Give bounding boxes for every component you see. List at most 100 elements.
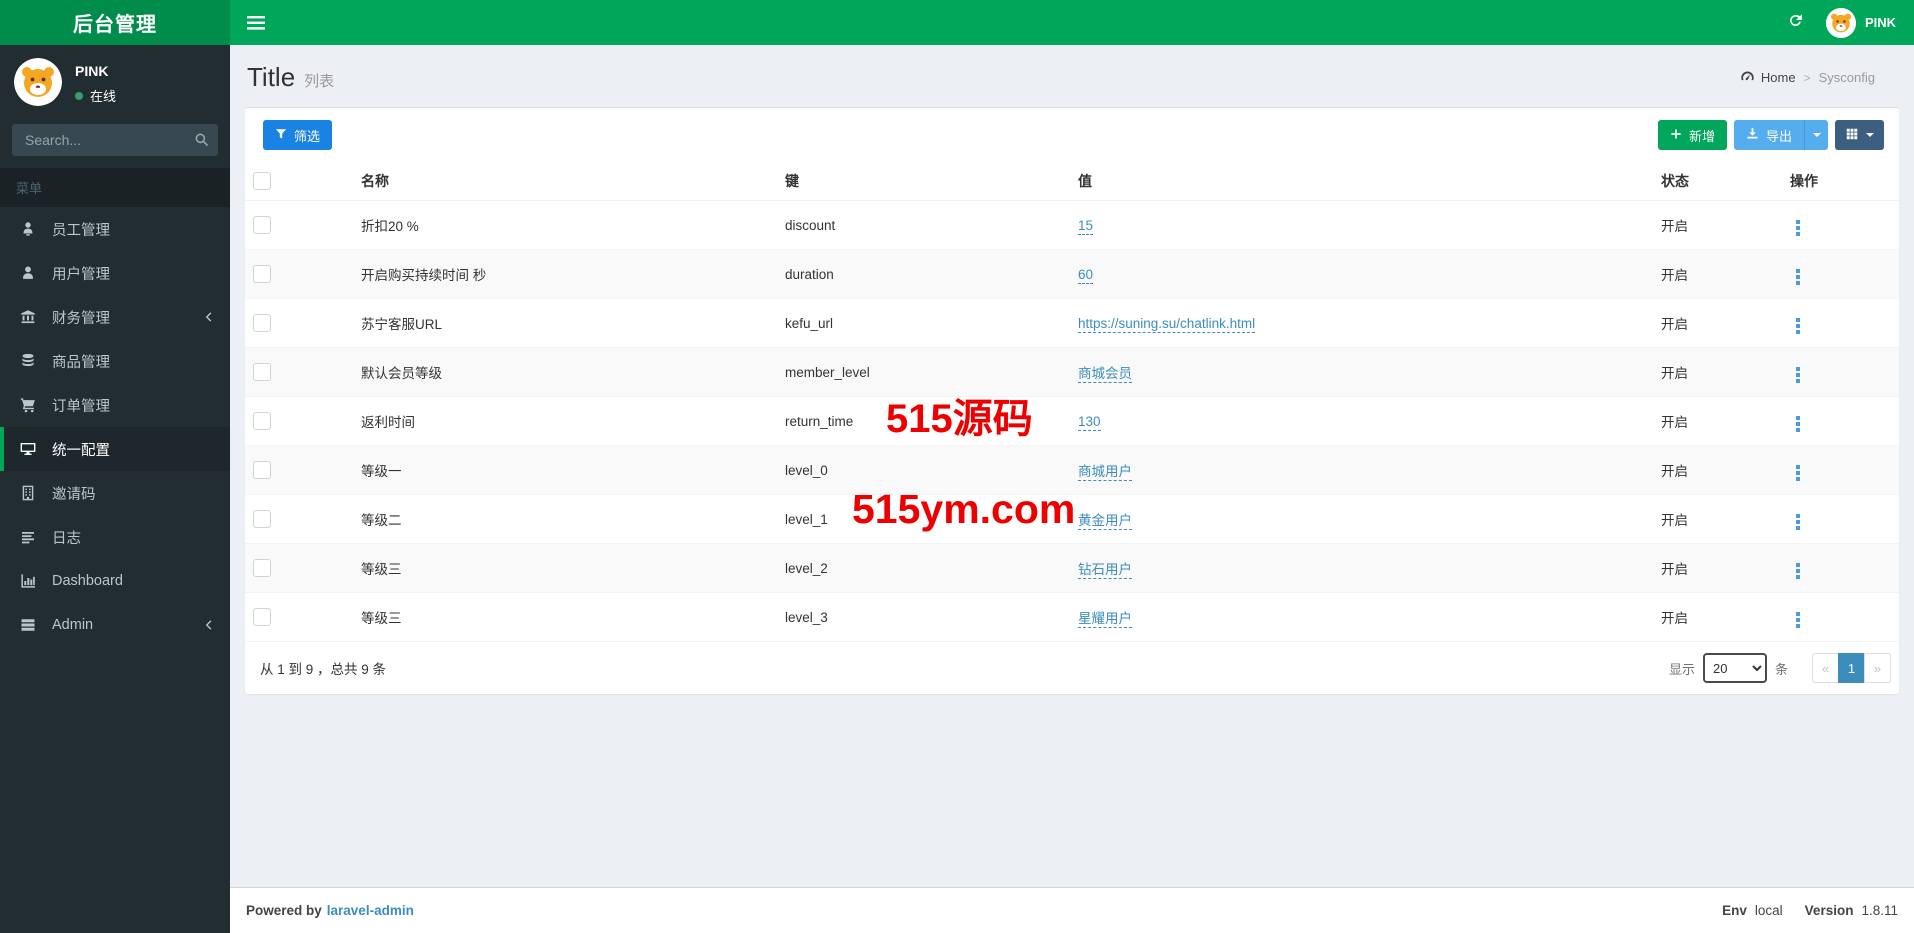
cart-icon [20,397,42,413]
sidebar-item[interactable]: 邀请码 [0,471,230,515]
caret-down-icon [1812,133,1821,141]
export-dropdown-button[interactable] [1804,120,1828,150]
sidebar-item[interactable]: Admin [0,603,230,647]
sidebar-item-label: 员工管理 [52,222,110,239]
laravel-admin-link[interactable]: laravel-admin [327,903,414,918]
cell-status: 开启 [1653,396,1782,446]
sidebar-toggle-button[interactable] [230,0,282,45]
page-title-block: Title 列表 [247,62,334,93]
sidebar-item[interactable]: 统一配置 [0,427,230,471]
search-icon[interactable] [194,132,209,152]
add-button[interactable]: 新增 [1657,120,1727,150]
config-box: 筛选 新增 导出 名称 键 值 状态 操作 折扣20 % discount 15… [245,107,1899,694]
online-dot-icon [75,91,83,100]
bank-icon [20,309,42,325]
cell-name: 等级一 [353,445,777,495]
cell-name: 等级三 [353,592,777,642]
sidebar-item[interactable]: 财务管理 [0,295,230,339]
row-actions-icon[interactable] [1790,218,1806,238]
prev-page-button[interactable]: « [1812,653,1839,683]
row-checkbox[interactable] [253,216,271,234]
table-row: 开启购买持续时间 秒 duration 60 开启 [245,249,1899,299]
row-checkbox[interactable] [253,265,271,283]
cell-value-link[interactable]: 60 [1078,266,1094,284]
pagination: « 1 » [1812,653,1891,683]
search-input[interactable] [12,124,218,156]
sidebar-item-label: Admin [52,617,94,633]
cell-key: return_time [777,396,1070,446]
records-summary: 从 1 到 9 ，总共 9 条 [260,662,387,677]
row-actions-icon[interactable] [1790,463,1806,483]
cell-value-link[interactable]: 商城会员 [1078,366,1132,383]
row-actions-icon[interactable] [1790,267,1806,287]
row-actions-icon[interactable] [1790,365,1806,385]
show-label: 显示 [1668,661,1695,677]
per-page-select[interactable]: 20 [1702,653,1767,683]
cell-key: level_0 [777,445,1070,495]
avatar[interactable] [14,58,62,106]
user-menu[interactable]: PINK [1825,7,1896,38]
table-header-name: 名称 [353,162,777,201]
powered-by-label: Powered by [246,903,322,918]
export-button[interactable]: 导出 [1733,120,1804,150]
env-value: local [1754,903,1783,918]
cell-key: kefu_url [777,298,1070,348]
row-checkbox[interactable] [253,461,271,479]
cell-value-link[interactable]: 钻石用户 [1078,562,1132,579]
cell-status: 开启 [1653,543,1782,593]
column-selector-button[interactable] [1835,120,1884,150]
download-icon [1746,127,1759,143]
cell-status: 开启 [1653,445,1782,495]
cell-value-link[interactable]: 黄金用户 [1078,513,1132,530]
config-table: 名称 键 值 状态 操作 折扣20 % discount 15 开启 开启购买持… [245,162,1899,642]
breadcrumb: Home > Sysconfig [1740,69,1897,87]
breadcrumb-home-link[interactable]: Home [1740,69,1796,87]
table-row: 返利时间 return_time 130 开启 [245,396,1899,446]
brand-logo[interactable]: 后台管理 [0,0,230,45]
cell-value-link[interactable]: 15 [1078,217,1094,235]
user-avatar [1825,7,1856,38]
version-label: Version [1804,903,1854,918]
sidebar-item[interactable]: 员工管理 [0,207,230,251]
cell-value-link[interactable]: 商城用户 [1078,464,1132,481]
row-actions-icon[interactable] [1790,610,1806,630]
sidebar-item[interactable]: 商品管理 [0,339,230,383]
cell-value-link[interactable]: 130 [1078,413,1101,431]
filter-icon [275,128,287,143]
sidebar-item[interactable]: 订单管理 [0,383,230,427]
sidebar-search [12,124,218,156]
unit-label: 条 [1774,661,1788,677]
row-actions-icon[interactable] [1790,512,1806,532]
content-area: Title 列表 Home > Sysconfig 筛选 新增 导出 名称 键 … [230,45,1914,887]
page-1-button[interactable]: 1 [1838,653,1865,683]
cell-value-link[interactable]: 星耀用户 [1078,611,1132,628]
row-checkbox[interactable] [253,510,271,528]
navbar-username: PINK [1864,15,1896,30]
row-checkbox[interactable] [253,363,271,381]
refresh-button[interactable] [1787,12,1804,34]
log-list-icon [20,529,42,545]
table-row: 折扣20 % discount 15 开启 [245,200,1899,250]
page-title: Title [247,62,296,92]
filter-button[interactable]: 筛选 [263,120,333,150]
select-all-checkbox[interactable] [253,172,271,190]
row-actions-icon[interactable] [1790,561,1806,581]
table-header-value: 值 [1070,162,1653,201]
sidebar-item[interactable]: 用户管理 [0,251,230,295]
sidebar: PINK 在线 菜单 员工管理 用户管理 [0,45,230,933]
row-checkbox[interactable] [253,559,271,577]
row-actions-icon[interactable] [1790,316,1806,336]
sidebar-user-panel: PINK 在线 [0,45,230,117]
next-page-button[interactable]: » [1864,653,1891,683]
sidebar-item[interactable]: 日志 [0,515,230,559]
row-checkbox[interactable] [253,412,271,430]
row-checkbox[interactable] [253,608,271,626]
row-checkbox[interactable] [253,314,271,332]
grid-icon [1845,127,1859,144]
row-actions-icon[interactable] [1790,414,1806,434]
cell-value-link[interactable]: https://suning.su/chatlink.html [1078,315,1256,333]
env-label: Env [1722,903,1747,918]
sidebar-item-label: 统一配置 [52,442,110,459]
sidebar-item[interactable]: Dashboard [0,559,230,603]
top-navbar: 后台管理 PINK [0,0,1914,45]
